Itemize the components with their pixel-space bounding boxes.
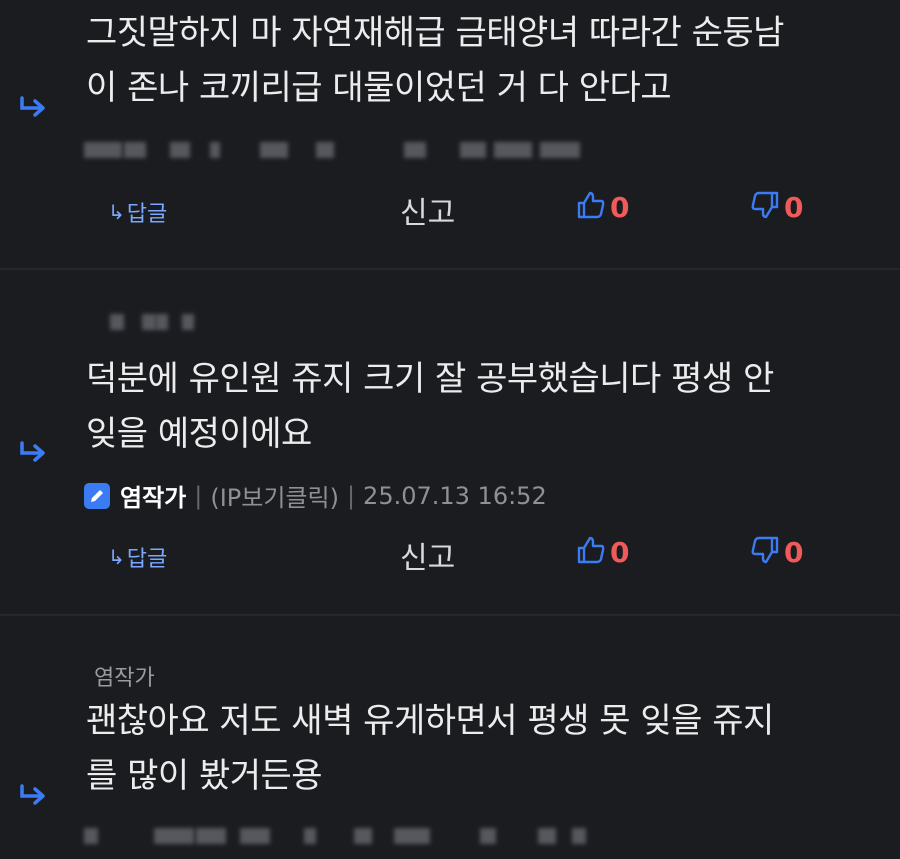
report-button[interactable]: 신고 xyxy=(400,188,455,232)
blurred-author-info xyxy=(84,136,584,164)
reply-arrow-icon xyxy=(18,441,48,465)
thumbs-up-icon xyxy=(576,190,606,224)
dislike-count: 0 xyxy=(784,535,804,569)
thumbs-up-icon xyxy=(576,535,606,569)
like-button[interactable]: 0 xyxy=(576,190,629,224)
reply-arrow-icon xyxy=(18,96,48,120)
author-name[interactable]: 염작가 xyxy=(120,478,186,513)
comment-text: 괜찮아요 저도 새벽 유게하면서 평생 못 잊을 쥬지 를 많이 봤거든용 xyxy=(86,701,774,796)
dislike-button[interactable]: 0 xyxy=(750,190,803,224)
comment-actions: ↳ 답글 신고 0 0 xyxy=(0,533,900,577)
writer-badge-icon xyxy=(84,482,110,509)
thumbs-down-icon xyxy=(750,190,780,224)
dislike-button[interactable]: 0 xyxy=(750,535,803,569)
reply-button[interactable]: ↳ 답글 xyxy=(108,541,167,573)
comment-timestamp: 25.07.13 16:52 xyxy=(363,481,547,510)
reply-small-arrow-icon: ↳ xyxy=(108,545,125,569)
dislike-count: 0 xyxy=(784,190,804,224)
reply-arrow-icon xyxy=(18,784,48,808)
reply-target-nickname: 염작가 xyxy=(94,666,155,691)
blurred-author-info xyxy=(84,822,604,850)
report-button[interactable]: 신고 xyxy=(400,533,455,577)
reply-label: 답글 xyxy=(126,202,168,227)
reply-label: 답글 xyxy=(126,547,168,572)
comment-divider xyxy=(0,268,900,270)
comment-divider xyxy=(0,614,900,616)
separator: | xyxy=(194,481,203,510)
comment-text: 그짓말하지 마 자연재해급 금태양녀 따라간 순둥남 이 존나 코끼리급 대물이… xyxy=(86,13,784,108)
like-count: 0 xyxy=(610,535,630,569)
like-count: 0 xyxy=(610,190,630,224)
blurred-nickname xyxy=(84,308,204,336)
comment-actions: ↳ 답글 신고 0 0 xyxy=(0,188,900,232)
like-button[interactable]: 0 xyxy=(576,535,629,569)
reply-small-arrow-icon: ↳ xyxy=(108,200,125,224)
separator: | xyxy=(346,481,356,510)
comment-text: 덕분에 유인원 쥬지 크기 잘 공부했습니다 평생 안 잊을 예정이에요 xyxy=(86,359,774,454)
author-info: 염작가 | (IP보기클릭) | 25.07.13 16:52 xyxy=(84,478,547,513)
ip-link[interactable]: (IP보기클릭) xyxy=(210,478,339,513)
reply-button[interactable]: ↳ 답글 xyxy=(108,196,167,228)
thumbs-down-icon xyxy=(750,535,780,569)
